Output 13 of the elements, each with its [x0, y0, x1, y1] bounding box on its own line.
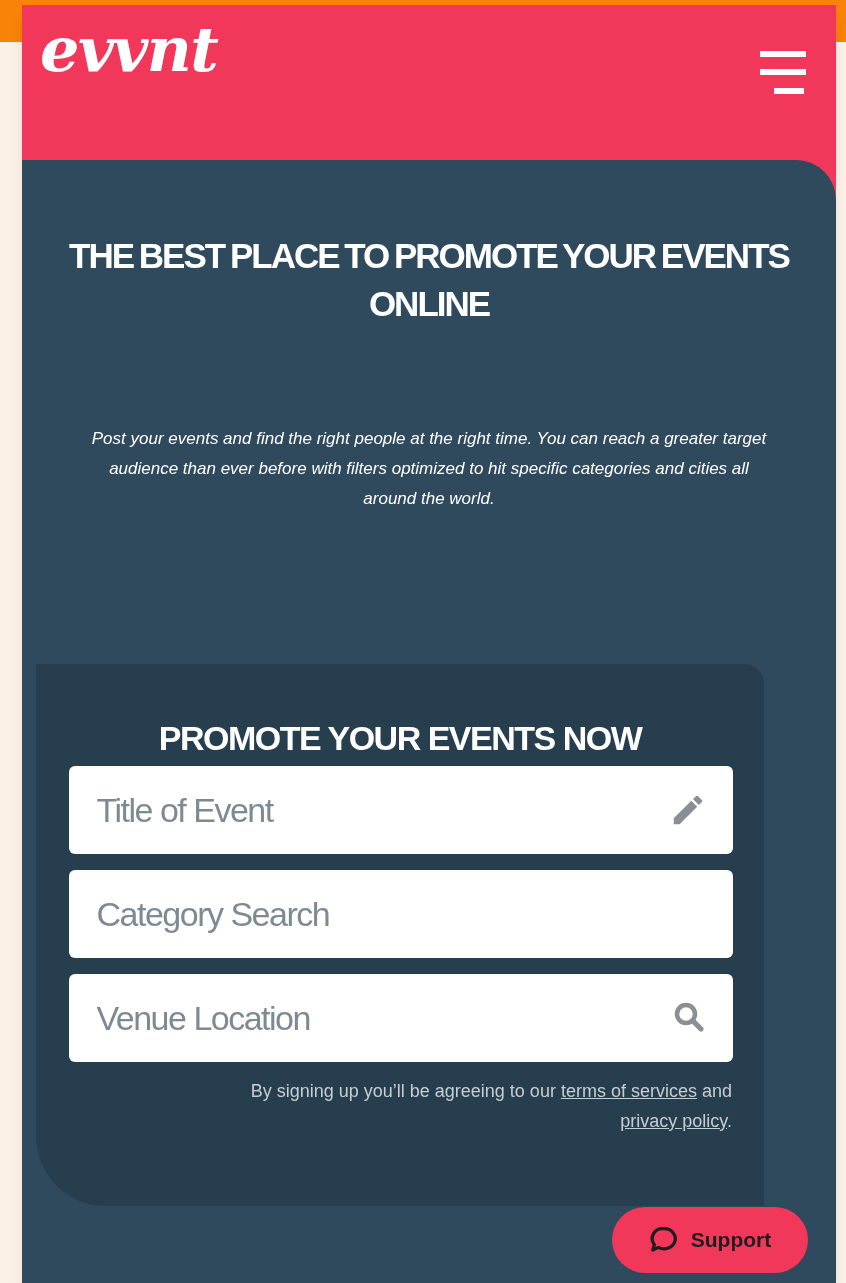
menu-icon[interactable]	[758, 51, 808, 97]
hero-title: THE BEST PLACE TO PROMOTE YOUR EVENTS ONLINE	[68, 235, 791, 325]
terms-text: By signing up you’ll be agreeing to our terms of services and privacy policy.	[249, 1080, 732, 1133]
terms-link[interactable]: terms of services	[560, 1081, 697, 1101]
hero-description: Post your events and find the right people at the right time. You can reach a greater target audience than ever before with filters optimized to hit specific categories and cities all around the world.	[90, 428, 768, 510]
logo[interactable]: evvnt	[40, 19, 218, 81]
input-field[interactable]: Title of Event	[68, 766, 733, 854]
privacy-link[interactable]: privacy policy	[620, 1111, 727, 1131]
input-field[interactable]: Category Search	[68, 870, 733, 958]
input-field[interactable]: Venue Location	[68, 974, 733, 1062]
form-title: PROMOTE YOUR EVENTS NOW	[158, 718, 642, 759]
chat-bubble-icon	[648, 1225, 679, 1255]
support-button[interactable]: Support	[612, 1207, 808, 1273]
